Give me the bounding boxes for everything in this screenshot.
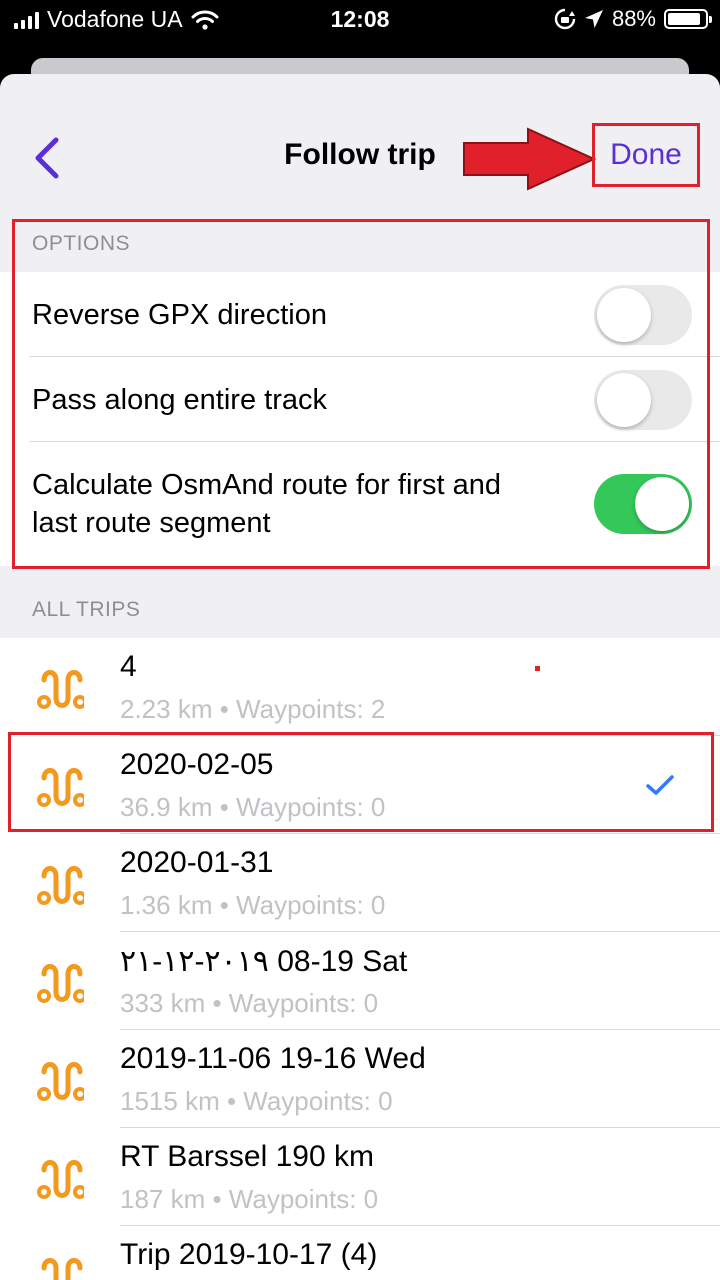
location-arrow-icon bbox=[584, 10, 603, 28]
done-button[interactable]: Done bbox=[592, 123, 700, 187]
trip-row[interactable]: 2020-01-31 1.36 km • Waypoints: 0 bbox=[0, 834, 720, 932]
route-icon bbox=[37, 768, 84, 807]
checkmark-icon bbox=[646, 775, 674, 795]
route-icon bbox=[37, 866, 84, 905]
trip-name: ۲۱-۱۲-۲۰۱۹ 08-19 Sat bbox=[120, 945, 408, 978]
option-row-pass-along: Pass along entire track bbox=[0, 357, 720, 442]
route-icon bbox=[37, 1160, 84, 1199]
trip-row[interactable]: 2019-11-06 19-16 Wed 1515 km • Waypoints:… bbox=[0, 1030, 720, 1128]
trip-name: Trip 2019-10-17 (4) bbox=[120, 1238, 378, 1271]
trips-list: 4 2.23 km • Waypoints: 2 2020-02-05 36.9 km… bbox=[0, 638, 720, 1280]
route-icon bbox=[41, 1258, 83, 1280]
route-icon bbox=[37, 670, 84, 709]
trip-row[interactable]: 2020-02-05 36.9 km • Waypoints: 0 bbox=[0, 736, 720, 834]
pass-along-track-toggle[interactable] bbox=[594, 369, 692, 430]
trip-name: RT Barssel 190 km bbox=[120, 1140, 374, 1173]
trip-row[interactable]: Trip 2019-10-17 (4) bbox=[0, 1226, 720, 1280]
red-dot-annotation bbox=[535, 666, 540, 671]
trip-row[interactable]: 4 2.23 km • Waypoints: 2 bbox=[0, 638, 720, 736]
status-right: 88% bbox=[554, 6, 712, 32]
trip-details: 36.9 km • Waypoints: 0 bbox=[120, 792, 386, 822]
route-icon bbox=[37, 1062, 84, 1101]
option-label: Reverse GPX direction bbox=[32, 298, 327, 331]
navigation-bar: Follow trip Done bbox=[0, 74, 720, 219]
trips-section-header: ALL TRIPS bbox=[32, 598, 141, 621]
trip-name: 2020-02-05 bbox=[120, 748, 274, 781]
battery-icon bbox=[664, 9, 712, 29]
route-icon bbox=[37, 964, 84, 1003]
trip-name: 4 bbox=[120, 650, 137, 683]
trip-row[interactable]: RT Barssel 190 km 187 km • Waypoints: 0 bbox=[0, 1128, 720, 1226]
orientation-lock-icon bbox=[554, 8, 576, 30]
option-row-calculate-route: Calculate OsmAnd route for first and las… bbox=[0, 442, 720, 566]
trip-details: 1515 km • Waypoints: 0 bbox=[120, 1086, 393, 1116]
trip-row[interactable]: ۲۱-۱۲-۲۰۱۹ 08-19 Sat 333 km • Waypoints: … bbox=[0, 932, 720, 1030]
trip-details: 2.23 km • Waypoints: 2 bbox=[120, 694, 386, 724]
options-group: Reverse GPX direction Pass along entire … bbox=[0, 272, 720, 566]
calculate-route-toggle[interactable] bbox=[594, 474, 692, 534]
trip-details: 333 km • Waypoints: 0 bbox=[120, 988, 379, 1018]
battery-percent: 88% bbox=[611, 6, 656, 31]
status-bar: Vodafone UA 12:08 88% bbox=[0, 0, 720, 40]
trip-details: 187 km • Waypoints: 0 bbox=[120, 1184, 379, 1214]
follow-trip-sheet: Follow trip Done OPTIONS Reverse GPX dir… bbox=[0, 74, 720, 1280]
trip-name: 2020-01-31 bbox=[120, 846, 274, 879]
option-row-reverse-gpx: Reverse GPX direction bbox=[0, 272, 720, 357]
option-label: Pass along entire track bbox=[32, 383, 327, 416]
trip-details: 1.36 km • Waypoints: 0 bbox=[120, 890, 386, 920]
reverse-gpx-toggle[interactable] bbox=[594, 284, 692, 345]
option-label: Calculate OsmAnd route for first and las… bbox=[32, 469, 502, 539]
options-section-header: OPTIONS bbox=[32, 232, 131, 255]
trip-name: 2019-11-06 19-16 Wed bbox=[120, 1042, 426, 1075]
red-arrow-annotation bbox=[463, 127, 597, 191]
